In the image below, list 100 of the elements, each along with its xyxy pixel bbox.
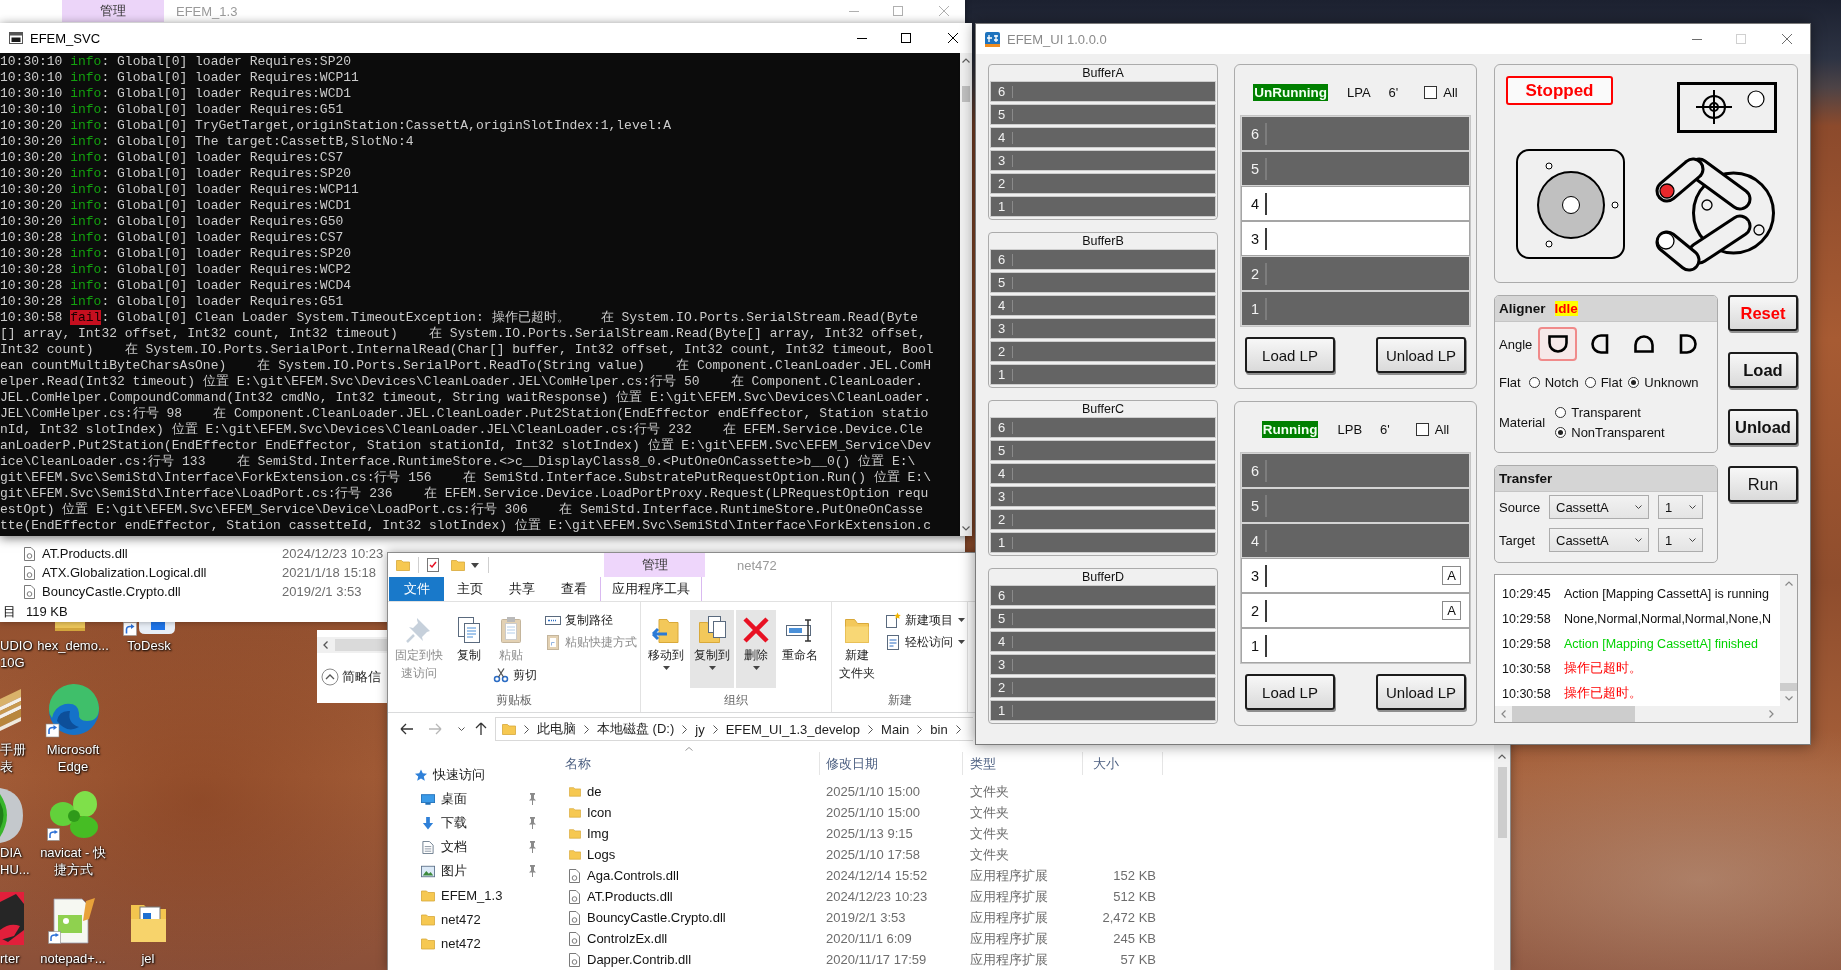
slot-row[interactable]: 3 A	[1241, 558, 1470, 593]
slot-row[interactable]: 6	[1241, 453, 1470, 488]
icon-label[interactable]: Microsoft	[46, 741, 100, 758]
breadcrumb-item[interactable]: EFEM_UI_1.3_develop	[725, 721, 861, 737]
nav-item[interactable]: EFEM_1.3	[388, 883, 545, 907]
ribbon-button[interactable]: 复制路径	[543, 609, 615, 631]
icon-label[interactable]: navicat - 快	[40, 844, 106, 861]
file-name[interactable]: Aga.Controls.dll	[587, 868, 679, 883]
horizontal-scrollbar[interactable]	[1495, 706, 1797, 722]
ribbon-context-tab[interactable]: 管理	[604, 553, 705, 577]
radio-icon[interactable]	[1555, 406, 1567, 418]
swirl-icon[interactable]	[45, 683, 100, 738]
icon-label[interactable]: notepad+...	[40, 950, 106, 967]
icon-label[interactable]: DIA	[0, 844, 22, 861]
radio-option[interactable]: Notch	[1528, 374, 1579, 390]
chevron-icon[interactable]	[524, 724, 529, 734]
nav-item[interactable]: 图片	[388, 859, 545, 883]
scroll-left-icon[interactable]	[323, 641, 328, 649]
slot-dropdown[interactable]: 1	[1658, 495, 1703, 519]
caret-icon[interactable]	[471, 562, 479, 568]
slot-row[interactable]: 4	[1241, 186, 1470, 221]
radio-option[interactable]: Flat	[1584, 374, 1623, 390]
file-name[interactable]: Img	[587, 826, 609, 841]
slot-row[interactable]: 1	[1241, 291, 1470, 326]
ribbon-button[interactable]: 新建项目	[883, 609, 967, 631]
slot-row[interactable]: 2 A	[1241, 593, 1470, 628]
icon-label[interactable]: UDIO	[0, 637, 33, 654]
ribbon-tab[interactable]: 文件	[389, 577, 444, 601]
station-dropdown[interactable]: CassettA	[1549, 528, 1649, 552]
vertical-scrollbar[interactable]	[960, 53, 972, 536]
breadcrumb-item[interactable]: jy	[695, 721, 705, 737]
ribbon-button[interactable]: 轻松访问	[883, 631, 967, 653]
ribbon-tab[interactable]: 主页	[444, 577, 496, 601]
nav-item[interactable]: 文档	[388, 835, 545, 859]
close-icon[interactable]	[948, 33, 958, 43]
radio-icon[interactable]	[1528, 376, 1540, 388]
slot-row[interactable]: 1	[1241, 628, 1470, 663]
chevron-icon[interactable]	[917, 724, 923, 734]
ribbon-tab[interactable]: 查看	[548, 577, 600, 601]
scroll-up-icon[interactable]	[1498, 754, 1506, 759]
station-dropdown[interactable]: CassettA	[1549, 495, 1649, 519]
notepad-icon[interactable]	[48, 897, 97, 945]
nav-item[interactable]: 快速访问	[388, 763, 545, 787]
load-port-button[interactable]: Load LP	[1245, 674, 1335, 710]
breadcrumb-item[interactable]: bin	[930, 721, 948, 737]
radio-option[interactable]: Transparent	[1555, 402, 1665, 422]
scroll-right-icon[interactable]	[1769, 710, 1774, 718]
run-button[interactable]: Run	[1728, 466, 1798, 502]
load-button[interactable]: Load	[1728, 352, 1798, 388]
radio-icon[interactable]	[1628, 376, 1640, 388]
checkbox-icon[interactable]	[1415, 422, 1429, 436]
file-name[interactable]: Icon	[587, 805, 612, 820]
fewer-details-button[interactable]: 简略信	[321, 668, 387, 686]
icon-label[interactable]: 手册	[0, 741, 26, 758]
load-port-button[interactable]: Load LP	[1245, 337, 1335, 373]
icon-label[interactable]: 10G	[0, 654, 25, 671]
icon-label[interactable]: 表	[0, 758, 13, 775]
chevron-icon[interactable]	[955, 724, 961, 734]
document-check-icon[interactable]	[427, 558, 439, 572]
angle-button[interactable]	[1538, 327, 1578, 361]
checkbox-icon[interactable]	[1424, 85, 1438, 99]
scroll-left-icon[interactable]	[1501, 710, 1506, 718]
slot-row[interactable]: 6	[1241, 116, 1470, 151]
horizontal-scrollbar[interactable]	[317, 637, 387, 653]
minimize-icon[interactable]	[857, 37, 867, 39]
ribbon-tab[interactable]: 共享	[496, 577, 548, 601]
radio-option[interactable]: Unknown	[1628, 374, 1699, 390]
slot-row[interactable]: 5	[1241, 488, 1470, 523]
ribbon-button[interactable]: 删除	[736, 610, 776, 688]
scrollbar-thumb[interactable]	[1497, 767, 1507, 838]
icon-label[interactable]: hex_demo...	[37, 637, 109, 654]
file-name[interactable]: Dapper.Contrib.dll	[587, 952, 692, 967]
scrollbar-thumb[interactable]	[1512, 706, 1635, 722]
app-icon[interactable]	[0, 892, 24, 945]
icon-label[interactable]: Edge	[57, 758, 89, 775]
ribbon-button[interactable]: 复制到	[690, 610, 734, 688]
scroll-up-icon[interactable]	[962, 58, 970, 63]
file-name[interactable]: Logs	[587, 847, 616, 862]
file-name[interactable]: BouncyCastle.Crypto.dll	[587, 910, 726, 925]
globe-icon[interactable]	[0, 788, 23, 843]
slot-dropdown[interactable]: 1	[1658, 528, 1703, 552]
up-arrow-icon[interactable]	[475, 722, 487, 736]
all-checkbox[interactable]: All	[1415, 421, 1450, 437]
address-bar[interactable]: 此电脑 本地磁盘 (D:) jy EFEM_UI_1.3_develop Main bin	[495, 717, 973, 741]
chevron-icon[interactable]	[682, 724, 688, 734]
icon-label[interactable]: 捷方式	[53, 861, 93, 878]
slot-row[interactable]: 5	[1241, 151, 1470, 186]
caret-icon[interactable]	[458, 727, 465, 731]
column-header[interactable]: 大小	[1083, 752, 1163, 775]
breadcrumb-item[interactable]: 本地磁盘 (D:)	[597, 720, 675, 738]
unload-port-button[interactable]: Unload LP	[1376, 674, 1466, 710]
breadcrumb-item[interactable]: Main	[881, 721, 910, 737]
unload-button[interactable]: Unload	[1728, 409, 1798, 445]
file-name[interactable]: ControlzEx.dll	[587, 931, 668, 946]
breadcrumb-item[interactable]: 此电脑	[537, 720, 576, 738]
ribbon-button[interactable]: 重命名	[778, 610, 822, 664]
file-name[interactable]: AT.Products.dll	[587, 889, 673, 904]
ribbon-button[interactable]: 剪切	[491, 664, 539, 686]
nav-item[interactable]: 下载	[388, 811, 545, 835]
leaf-icon[interactable]	[47, 790, 100, 842]
